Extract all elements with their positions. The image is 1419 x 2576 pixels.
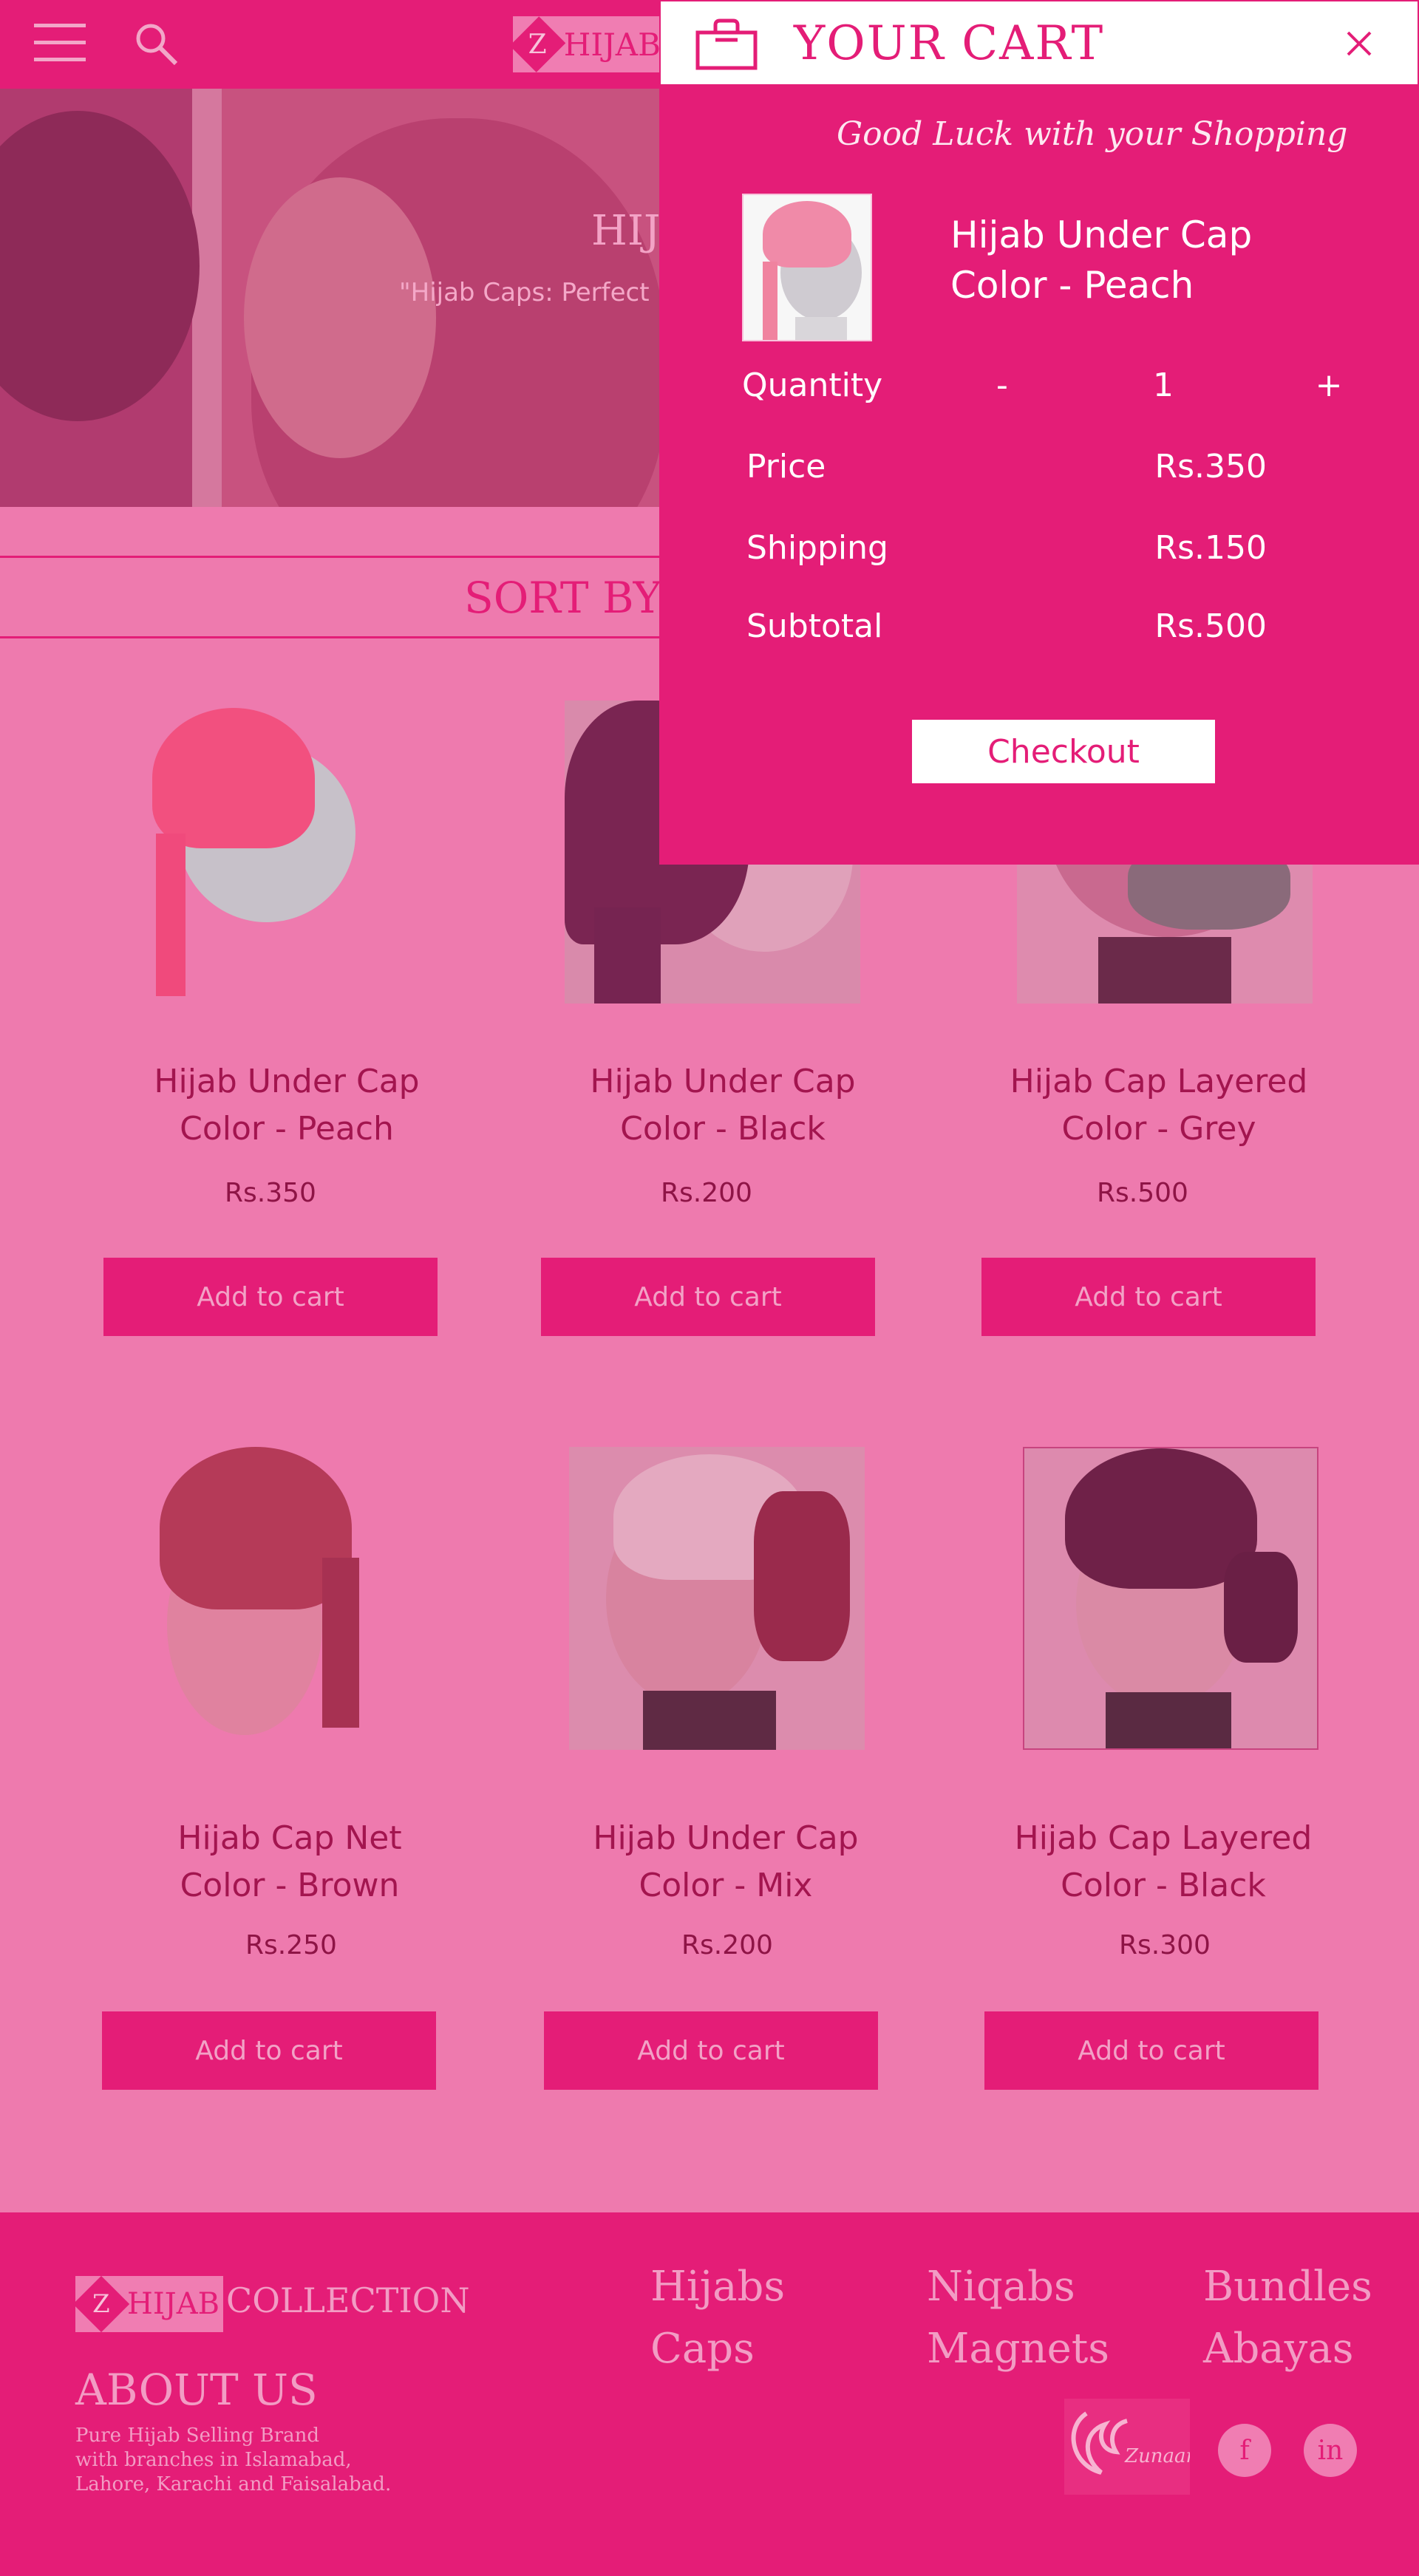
- facebook-icon[interactable]: f: [1218, 2424, 1271, 2477]
- product-image[interactable]: [569, 1447, 865, 1750]
- hamburger-icon[interactable]: [34, 22, 86, 64]
- quantity-increment-button[interactable]: +: [1307, 367, 1351, 404]
- subtotal-value: Rs.500: [1154, 607, 1267, 645]
- footer-logo-text: HIJAB: [127, 2287, 220, 2321]
- quantity-decrement-button[interactable]: -: [980, 367, 1024, 404]
- product-name: Hijab Cap Net Color - Brown: [177, 1819, 402, 1904]
- footer-link-magnets[interactable]: Magnets: [927, 2325, 1109, 2373]
- add-to-cart-button[interactable]: Add to cart: [544, 2011, 878, 2090]
- cart-panel: YOUR CART Good Luck with your Shopping H…: [659, 0, 1419, 865]
- add-to-cart-button[interactable]: Add to cart: [981, 1258, 1316, 1336]
- cart-item-image: [742, 194, 872, 341]
- close-icon[interactable]: [1344, 28, 1375, 59]
- add-to-cart-button[interactable]: Add to cart: [541, 1258, 875, 1336]
- cart-title: YOUR CART: [794, 16, 1105, 71]
- footer-link-caps[interactable]: Caps: [650, 2325, 755, 2373]
- product-name: Hijab Under Cap Color - Black: [590, 1063, 856, 1148]
- logo-letter: Z: [528, 29, 547, 60]
- shopping-bag-icon: [695, 18, 758, 70]
- logo-text: HIJAB: [563, 26, 661, 63]
- product-name: Hijab Cap Layered Color - Black: [1014, 1819, 1313, 1904]
- cart-tagline: Good Luck with your Shopping: [837, 115, 1348, 153]
- product-image[interactable]: [101, 701, 396, 1004]
- product-price: Rs.250: [245, 1930, 337, 1960]
- hero-subtitle: "Hijab Caps: Perfect: [399, 278, 650, 307]
- product-price: Rs.200: [681, 1930, 773, 1960]
- footer-logo[interactable]: Z HIJAB: [72, 2275, 223, 2333]
- footer: Z HIJAB COLLECTION ABOUT US Pure Hijab S…: [0, 2212, 1419, 2576]
- add-to-cart-button[interactable]: Add to cart: [103, 1258, 438, 1336]
- price-value: Rs.350: [1154, 448, 1267, 485]
- search-icon[interactable]: [133, 21, 180, 68]
- zunaara-logo[interactable]: Zunaara: [1064, 2399, 1207, 2495]
- footer-link-hijabs[interactable]: Hijabs: [650, 2263, 785, 2311]
- product-price: Rs.300: [1119, 1930, 1211, 1960]
- product-price: Rs.500: [1097, 1178, 1188, 1208]
- shipping-label: Shipping: [746, 529, 888, 567]
- product-image[interactable]: [123, 1447, 418, 1750]
- quantity-value: 1: [1153, 367, 1174, 404]
- about-text: Pure Hijab Selling Brand with branches i…: [75, 2425, 392, 2495]
- product-name: Hijab Cap Layered Color - Grey: [1010, 1063, 1308, 1148]
- linkedin-icon[interactable]: in: [1304, 2424, 1357, 2477]
- subtotal-label: Subtotal: [746, 607, 883, 645]
- product-name: Hijab Under Cap Color - Mix: [593, 1819, 859, 1904]
- add-to-cart-button[interactable]: Add to cart: [984, 2011, 1318, 2090]
- product-image[interactable]: [1023, 1447, 1318, 1750]
- product-price: Rs.200: [661, 1178, 752, 1208]
- cart-header: YOUR CART: [659, 0, 1419, 86]
- cart-item-name: Hijab Under Cap Color - Peach: [950, 214, 1253, 307]
- price-label: Price: [746, 448, 826, 485]
- footer-link-niqabs[interactable]: Niqabs: [927, 2263, 1075, 2311]
- footer-link-bundles[interactable]: Bundles: [1203, 2263, 1372, 2311]
- quantity-label: Quantity: [742, 367, 883, 404]
- footer-logo-letter: Z: [92, 2289, 110, 2319]
- product-name: Hijab Under Cap Color - Peach: [154, 1063, 420, 1148]
- svg-text:Zunaara: Zunaara: [1124, 2445, 1190, 2467]
- footer-link-abayas[interactable]: Abayas: [1203, 2325, 1353, 2373]
- product-price: Rs.350: [225, 1178, 316, 1208]
- about-title: ABOUT US: [75, 2365, 318, 2415]
- footer-logo-word: COLLECTION: [226, 2280, 470, 2320]
- checkout-button[interactable]: Checkout: [912, 720, 1215, 783]
- sort-label[interactable]: SORT BY: [464, 573, 661, 623]
- add-to-cart-button[interactable]: Add to cart: [102, 2011, 436, 2090]
- brand-logo[interactable]: Z HIJAB: [509, 16, 661, 72]
- shipping-value: Rs.150: [1154, 529, 1267, 567]
